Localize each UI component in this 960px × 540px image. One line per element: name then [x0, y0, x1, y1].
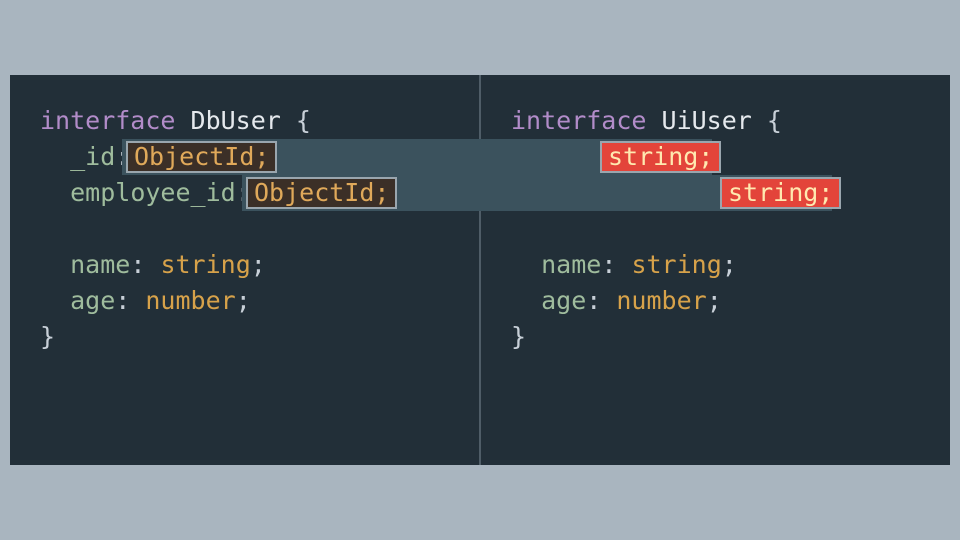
left-decl-line: interface DbUser { — [40, 103, 469, 139]
close-brace: } — [511, 319, 526, 355]
right-line-employee: employee_id: — [511, 175, 940, 211]
type: number — [616, 283, 706, 319]
right-line-name: name: string; — [511, 247, 940, 283]
keyword: interface — [40, 103, 175, 139]
open-brace: { — [767, 103, 782, 139]
type: number — [145, 283, 235, 319]
right-line-id: _id: — [511, 139, 940, 175]
left-line-employee: employee_id: — [40, 175, 469, 211]
keyword: interface — [511, 103, 646, 139]
left-line-id: _id: — [40, 139, 469, 175]
property: employee_id — [70, 175, 236, 211]
blank-line — [40, 211, 469, 247]
type: string — [160, 247, 250, 283]
left-line-age: age: number; — [40, 283, 469, 319]
type-name: UiUser — [662, 103, 752, 139]
property: name — [541, 247, 601, 283]
property: age — [70, 283, 115, 319]
right-line-age: age: number; — [511, 283, 940, 319]
property: _id — [70, 139, 115, 175]
property: name — [70, 247, 130, 283]
right-decl-line: interface UiUser { — [511, 103, 940, 139]
left-line-name: name: string; — [40, 247, 469, 283]
type: string — [631, 247, 721, 283]
property: age — [541, 283, 586, 319]
right-panel: interface UiUser { _id: employee_id: nam… — [479, 75, 950, 465]
blank-line — [511, 211, 940, 247]
property: _id — [541, 139, 586, 175]
left-panel: interface DbUser { _id: employee_id: nam… — [10, 75, 479, 465]
stage: interface DbUser { _id: employee_id: nam… — [0, 0, 960, 540]
open-brace: { — [296, 103, 311, 139]
right-close-line: } — [511, 319, 940, 355]
property: employee_id — [541, 175, 707, 211]
left-close-line: } — [40, 319, 469, 355]
type-name: DbUser — [191, 103, 281, 139]
close-brace: } — [40, 319, 55, 355]
code-panels: interface DbUser { _id: employee_id: nam… — [10, 75, 950, 465]
